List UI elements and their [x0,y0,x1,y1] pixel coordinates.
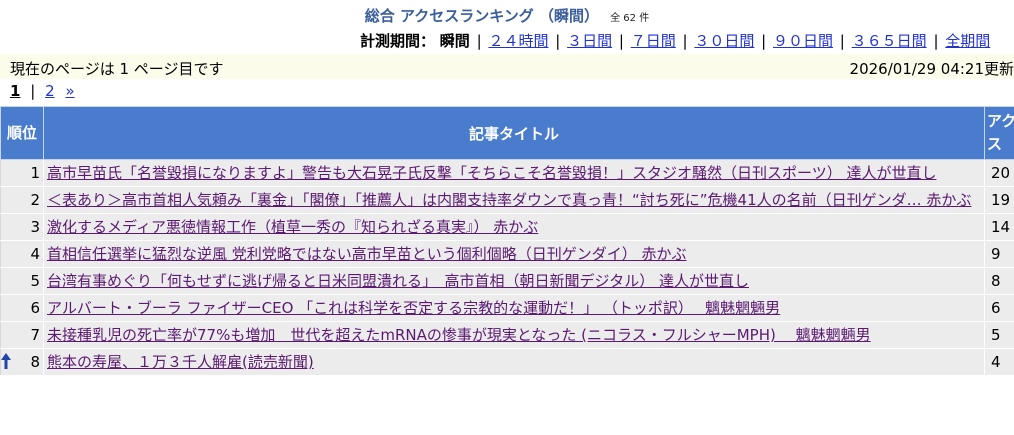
separator: | [476,32,482,50]
title-cell: 高市早苗氏「名誉毀損になりますよ」警告も大石晃子氏反撃「そちらこそ名誉毀損！」ス… [43,159,985,187]
access-cell: 5 [984,321,1014,349]
article-link[interactable]: 激化するメディア悪徳情報工作（植草一秀の『知られざる真実』） 赤かぶ [47,218,538,236]
article-link[interactable]: 熊本の寿屋、１万３千人解雇(読売新聞) [47,353,314,371]
separator: | [761,32,767,50]
rank-column-header: 順位 [0,106,44,160]
access-cell: 14 [984,213,1014,241]
access-column-header: アクセス [984,106,1014,160]
table-header-row: 順位 記事タイトル アクセス [0,106,1014,160]
table-row: 2 ＜表あり＞高市首相人気頼み「裏金」「閣僚」「推薦人」は内閣支持率ダウンで真っ… [0,186,1014,214]
access-cell: 9 [984,240,1014,268]
access-cell: 6 [984,294,1014,322]
period-label: 計測期間： [360,32,436,50]
article-link[interactable]: 台湾有事めぐり「何もせずに逃げ帰ると日米同盟潰れる」 高市首相（朝日新聞デジタル… [47,272,749,290]
pagination: 1 | 2 » [10,82,75,100]
title-cell: 首相信任選挙に猛烈な逆風 党利党略ではない高市早苗という個利個略（日刊ゲンダイ）… [43,240,985,268]
next-page-link[interactable]: » [65,82,74,100]
separator: | [682,32,688,50]
access-cell: 4 [984,348,1014,376]
period-link-24h[interactable]: ２４時間 [488,32,548,50]
period-link-90d[interactable]: ９０日間 [773,32,833,50]
rank-cell: 6 [0,294,44,322]
rank-cell: 8 [0,348,44,376]
rank-cell: 4 [0,240,44,268]
updated-timestamp: 2026/01/29 04:21更新 [849,60,1014,78]
separator: | [555,32,561,50]
page-title: 総合 アクセスランキング （瞬間） [364,7,600,25]
ranking-header: 総合 アクセスランキング （瞬間） 全 62 件 [0,5,1014,26]
period-current: 瞬間 [439,32,470,50]
article-link[interactable]: アルバート・ブーラ ファイザーCEO 「これは科学を否定する宗教的な運動だ！」 … [47,299,780,317]
table-row: 6 アルバート・ブーラ ファイザーCEO 「これは科学を否定する宗教的な運動だ！… [0,294,1014,322]
table-row: 4 首相信任選挙に猛烈な逆風 党利党略ではない高市早苗という個利個略（日刊ゲンダ… [0,240,1014,268]
period-link-all[interactable]: 全期間 [945,32,990,50]
title-cell: ＜表あり＞高市首相人気頼み「裏金」「閣僚」「推薦人」は内閣支持率ダウンで真っ青！… [43,186,985,214]
article-link[interactable]: 首相信任選挙に猛烈な逆風 党利党略ではない高市早苗という個利個略（日刊ゲンダイ）… [47,245,687,263]
period-link-3d[interactable]: ３日間 [567,32,612,50]
page-current: 1 [10,82,21,100]
access-cell: 8 [984,267,1014,295]
table-row: 5 台湾有事めぐり「何もせずに逃げ帰ると日米同盟潰れる」 高市首相（朝日新聞デジ… [0,267,1014,295]
title-cell: アルバート・ブーラ ファイザーCEO 「これは科学を否定する宗教的な運動だ！」 … [43,294,985,322]
article-link[interactable]: ＜表あり＞高市首相人気頼み「裏金」「閣僚」「推薦人」は内閣支持率ダウンで真っ青！… [47,191,971,209]
table-row: 7 未接種乳児の死亡率が77%も増加 世代を超えたmRNAの惨事が現実となった … [0,321,1014,349]
page-link-2[interactable]: 2 [45,82,55,100]
title-cell: 激化するメディア悪徳情報工作（植草一秀の『知られざる真実』） 赤かぶ [43,213,985,241]
period-link-365d[interactable]: ３６５日間 [852,32,927,50]
rank-cell: 5 [0,267,44,295]
access-cell: 19 [984,186,1014,214]
rank-cell: 2 [0,186,44,214]
table-row: 8 熊本の寿屋、１万３千人解雇(読売新聞) 4 [0,348,1014,376]
total-count: 全 62 件 [610,13,650,24]
period-link-30d[interactable]: ３０日間 [694,32,754,50]
separator: | [839,32,845,50]
article-link[interactable]: 未接種乳児の死亡率が77%も増加 世代を超えたmRNAの惨事が現実となった (ニ… [47,326,871,344]
rank-cell: 1 [0,159,44,187]
title-cell: 熊本の寿屋、１万３千人解雇(読売新聞) [43,348,985,376]
table-row: 1 高市早苗氏「名誉毀損になりますよ」警告も大石晃子氏反撃「そちらこそ名誉毀損！… [0,159,1014,187]
title-cell: 台湾有事めぐり「何もせずに逃げ帰ると日米同盟潰れる」 高市首相（朝日新聞デジタル… [43,267,985,295]
trend-up-icon [1,353,11,369]
info-bar: 現在のページは 1 ページ目です 2026/01/29 04:21更新 [0,54,1014,79]
period-selector: 計測期間： 瞬間 | ２４時間 | ３日間 | ７日間 | ３０日間 | ９０日… [360,30,990,51]
article-link[interactable]: 高市早苗氏「名誉毀損になりますよ」警告も大石晃子氏反撃「そちらこそ名誉毀損！」ス… [47,164,936,182]
rank-cell: 3 [0,213,44,241]
table-row: 3 激化するメディア悪徳情報工作（植草一秀の『知られざる真実』） 赤かぶ 14 [0,213,1014,241]
rank-cell: 7 [0,321,44,349]
rank-value: 8 [30,353,40,371]
title-cell: 未接種乳児の死亡率が77%も増加 世代を超えたmRNAの惨事が現実となった (ニ… [43,321,985,349]
ranking-table: 順位 記事タイトル アクセス 1 高市早苗氏「名誉毀損になりますよ」警告も大石晃… [0,106,1014,376]
separator: | [618,32,624,50]
period-link-7d[interactable]: ７日間 [631,32,676,50]
separator: | [933,32,939,50]
separator: | [30,82,36,100]
current-page-text: 現在のページは 1 ページ目です [10,60,224,78]
access-cell: 20 [984,159,1014,187]
title-column-header: 記事タイトル [43,106,985,160]
